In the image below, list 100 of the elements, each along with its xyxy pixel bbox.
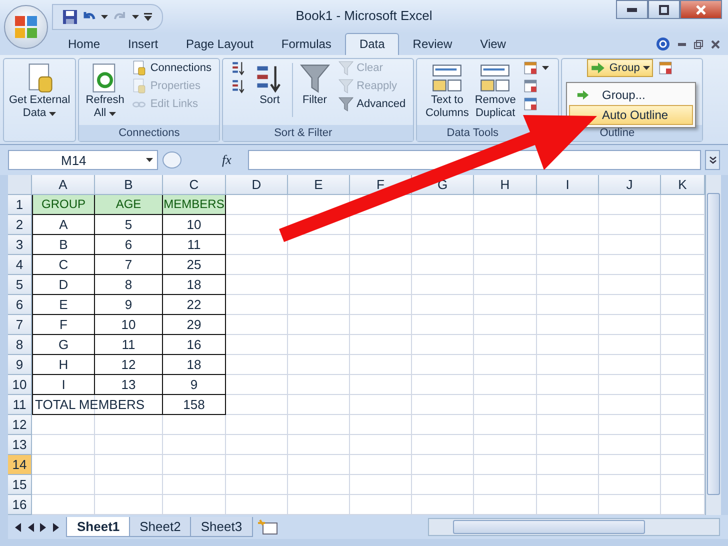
sheet-tab[interactable]: Sheet2 xyxy=(128,517,192,537)
column-header[interactable]: I xyxy=(537,175,599,195)
table-cell: H xyxy=(32,355,95,375)
table-cell: 25 xyxy=(163,255,226,275)
ribbon-tab[interactable]: Home xyxy=(54,33,114,55)
row-header[interactable]: 16 xyxy=(8,495,32,515)
window-title: Book1 - Microsoft Excel xyxy=(296,8,432,23)
ribbon-tab[interactable]: Insert xyxy=(114,33,172,55)
sort-icon xyxy=(230,78,247,94)
table-cell: 11 xyxy=(163,235,226,255)
table-cell: 13 xyxy=(95,375,163,395)
table-cell: AGE xyxy=(95,195,163,215)
ribbon-tab[interactable]: Review xyxy=(398,33,466,55)
table-cell: 18 xyxy=(163,275,226,295)
name-box[interactable]: M14 xyxy=(8,150,158,170)
row-header[interactable]: 13 xyxy=(8,435,32,455)
row-header[interactable]: 5 xyxy=(8,275,32,295)
column-header[interactable]: K xyxy=(661,175,705,195)
ribbon-button[interactable]: Refresh All xyxy=(84,59,126,123)
minimize-icon xyxy=(627,8,637,12)
ribbon-tab[interactable]: Formulas xyxy=(267,33,346,55)
column-header[interactable]: B xyxy=(95,175,163,195)
table-cell: 10 xyxy=(163,215,226,235)
save-icon[interactable] xyxy=(63,10,77,24)
table-cell: A xyxy=(32,215,95,235)
horizontal-scrollbar[interactable] xyxy=(428,518,720,536)
row-header[interactable]: 7 xyxy=(8,315,32,335)
insert-function-button[interactable]: fx xyxy=(222,152,244,168)
row-header[interactable]: 9 xyxy=(8,355,32,375)
row-header[interactable]: 12 xyxy=(8,415,32,435)
vertical-scrollbar[interactable] xyxy=(705,175,721,515)
ribbon-tab[interactable]: Page Layout xyxy=(172,33,268,55)
row-header[interactable]: 11 xyxy=(8,395,32,415)
ribbon-button[interactable]: Sort xyxy=(252,59,288,110)
table-cell: MEMBERS xyxy=(163,195,226,215)
row-header[interactable]: 15 xyxy=(8,475,32,495)
ribbon-tab[interactable]: View xyxy=(466,33,520,55)
column-header[interactable]: H xyxy=(474,175,537,195)
table-cell: I xyxy=(32,375,95,395)
help-icon[interactable] xyxy=(656,37,670,51)
column-header[interactable]: J xyxy=(599,175,661,195)
caret-icon xyxy=(101,14,108,18)
table-cell: 9 xyxy=(163,375,226,395)
minimize-button[interactable] xyxy=(616,0,648,19)
column-header[interactable]: C xyxy=(163,175,226,195)
expand-button[interactable] xyxy=(705,150,720,170)
close-icon xyxy=(696,4,706,14)
table-cell: G xyxy=(32,335,95,355)
maximize-button[interactable] xyxy=(648,0,680,19)
column-header[interactable]: E xyxy=(288,175,350,195)
ribbon-tab[interactable]: Data xyxy=(345,33,399,55)
caret-icon xyxy=(146,158,153,162)
menu-item[interactable]: Group... xyxy=(569,85,693,105)
ribbon-button[interactable]: Remove Duplicat xyxy=(472,59,518,123)
office-button[interactable] xyxy=(4,5,48,49)
customize-icon[interactable] xyxy=(144,12,152,20)
ribbon-button[interactable]: Connections xyxy=(128,59,214,77)
insert-sheet-icon[interactable] xyxy=(257,519,280,535)
table-cell: F xyxy=(32,315,95,335)
ribbon-button[interactable]: Get External Data xyxy=(7,59,72,123)
table-cell: 11 xyxy=(95,335,163,355)
row-header[interactable]: 8 xyxy=(8,335,32,355)
table-cell: 12 xyxy=(95,355,163,375)
scroll-thumb[interactable] xyxy=(453,520,645,534)
sheet-tab[interactable]: Sheet3 xyxy=(190,517,254,537)
row-header[interactable]: 10 xyxy=(8,375,32,395)
row-header[interactable]: 4 xyxy=(8,255,32,275)
row-header[interactable]: 14 xyxy=(8,455,32,475)
filter-icon xyxy=(338,60,354,76)
row-header[interactable]: 6 xyxy=(8,295,32,315)
minimize-icon[interactable] xyxy=(678,42,686,46)
sheet-tab[interactable]: Sheet1 xyxy=(66,517,131,537)
restore-icon[interactable] xyxy=(694,40,703,48)
table-cell: 9 xyxy=(95,295,163,315)
scroll-thumb[interactable] xyxy=(707,193,720,495)
table-icon xyxy=(522,78,539,94)
table-cell: 8 xyxy=(95,275,163,295)
ribbon-button[interactable]: Text to Columns xyxy=(423,59,471,123)
column-header[interactable]: D xyxy=(226,175,288,195)
close-button[interactable] xyxy=(680,0,722,19)
table-cell: 16 xyxy=(163,335,226,355)
table-cell: B xyxy=(32,235,95,255)
menu-item[interactable]: Auto Outline xyxy=(569,105,693,125)
group-label: Sort & Filter xyxy=(274,127,332,139)
office-logo-icon xyxy=(14,15,38,39)
table-icon xyxy=(522,60,539,76)
ribbon-button[interactable]: Filter xyxy=(296,59,333,110)
row-header[interactable]: 3 xyxy=(8,235,32,255)
maximize-icon xyxy=(659,4,669,14)
column-header[interactable]: A xyxy=(32,175,95,195)
row-header[interactable]: 1 xyxy=(8,195,32,215)
columns-icon xyxy=(431,62,464,94)
table-cell: 5 xyxy=(95,215,163,235)
close-icon[interactable] xyxy=(711,40,720,48)
ribbon-button[interactable]: Advanced xyxy=(334,95,409,113)
caret-icon xyxy=(132,14,139,18)
table-icon xyxy=(522,96,539,112)
row-header[interactable]: 2 xyxy=(8,215,32,235)
table-cell: 29 xyxy=(163,315,226,335)
ribbon-button[interactable]: Group xyxy=(587,59,653,77)
